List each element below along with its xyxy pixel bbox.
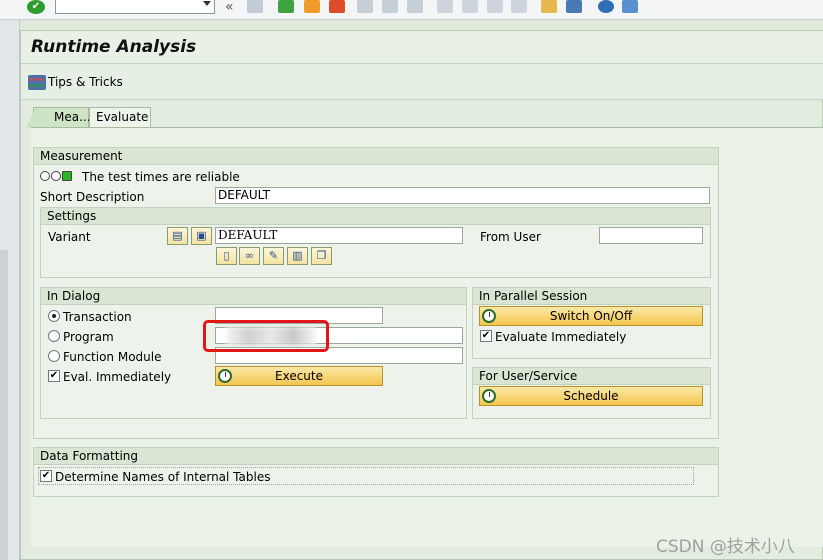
display-variant-icon[interactable]: ▤ xyxy=(167,227,188,245)
execute-label: Execute xyxy=(275,369,323,383)
eval-immediately-checkbox[interactable]: ✔ xyxy=(48,370,60,382)
settings-group-title: Settings xyxy=(41,208,710,225)
find-next-icon[interactable] xyxy=(407,0,423,13)
help-icon[interactable] xyxy=(598,0,614,13)
data-formatting-group-title: Data Formatting xyxy=(34,448,718,465)
measurement-group-title: Measurement xyxy=(34,148,718,165)
status-light-yellow-icon xyxy=(51,171,61,181)
short-description-input[interactable]: DEFAULT xyxy=(215,187,710,204)
determine-names-label: Determine Names of Internal Tables xyxy=(55,470,271,484)
tab-measurement[interactable]: Mea... xyxy=(26,107,91,128)
clock-icon xyxy=(218,369,232,383)
new-session-icon[interactable] xyxy=(541,0,557,13)
variant-label: Variant xyxy=(48,230,91,244)
status-light-green-icon xyxy=(62,171,72,181)
program-radio[interactable] xyxy=(48,330,60,342)
function-module-radio[interactable] xyxy=(48,350,60,362)
gutter-band xyxy=(0,250,8,560)
evaluate-immediately-label: Evaluate Immediately xyxy=(495,330,627,344)
status-indicator xyxy=(40,171,72,181)
tips-and-tricks-button[interactable]: Tips & Tricks xyxy=(28,73,123,91)
user-service-group-title: For User/Service xyxy=(473,368,710,385)
back-icon[interactable] xyxy=(278,0,294,13)
evaluate-immediately-checkbox[interactable]: ✔ xyxy=(480,330,492,342)
edit-pencil-icon[interactable]: ✎ xyxy=(263,247,284,265)
title-bar: Runtime Analysis xyxy=(21,31,823,64)
from-user-input[interactable] xyxy=(599,227,703,244)
exit-icon[interactable] xyxy=(304,0,320,13)
switch-on-off-button[interactable]: Switch On/Off xyxy=(479,306,703,326)
enter-icon[interactable]: ✔ xyxy=(27,0,45,14)
collapse-icon[interactable]: « xyxy=(225,0,241,15)
short-description-label: Short Description xyxy=(40,190,145,204)
create-variant-icon[interactable]: ▯ xyxy=(216,247,237,265)
select-variant-icon[interactable]: ▣ xyxy=(191,227,212,245)
application-toolbar: Tips & Tricks xyxy=(21,64,823,100)
determine-names-checkbox[interactable]: ✔ xyxy=(40,470,52,482)
execute-button[interactable]: Execute xyxy=(215,366,383,386)
tips-label: Tips & Tricks xyxy=(48,75,123,89)
previous-page-icon[interactable] xyxy=(462,0,478,13)
layout-menu-icon[interactable] xyxy=(622,0,638,13)
left-gutter xyxy=(0,20,20,560)
transaction-radio[interactable] xyxy=(48,310,60,322)
print-icon[interactable] xyxy=(357,0,373,13)
watermark: CSDN @技术小八 xyxy=(656,537,795,557)
tips-icon xyxy=(28,74,46,90)
copy-icon[interactable]: ❐ xyxy=(311,247,332,265)
transaction-label: Transaction xyxy=(63,310,132,324)
status-text: The test times are reliable xyxy=(82,170,240,184)
cancel-icon[interactable] xyxy=(329,0,345,13)
program-label: Program xyxy=(63,330,114,344)
save-icon[interactable] xyxy=(247,0,263,13)
last-page-icon[interactable] xyxy=(511,0,527,13)
first-page-icon[interactable] xyxy=(437,0,453,13)
status-light-red-icon xyxy=(40,171,50,181)
find-icon[interactable] xyxy=(382,0,398,13)
system-toolbar: ✔ « xyxy=(0,0,823,20)
command-field[interactable] xyxy=(55,0,215,14)
eval-immediately-label: Eval. Immediately xyxy=(63,370,172,384)
delete-trash-icon[interactable]: ▥ xyxy=(287,247,308,265)
in-dialog-group-title: In Dialog xyxy=(41,288,466,305)
page-title: Runtime Analysis xyxy=(31,37,197,57)
parallel-session-group-title: In Parallel Session xyxy=(473,288,710,305)
schedule-button[interactable]: Schedule xyxy=(479,386,703,406)
switch-on-off-label: Switch On/Off xyxy=(549,309,633,323)
shortcut-icon[interactable] xyxy=(566,0,582,13)
clock-icon xyxy=(482,389,496,403)
display-glasses-icon[interactable]: ∞ xyxy=(239,247,260,265)
next-page-icon[interactable] xyxy=(487,0,503,13)
chevron-down-icon[interactable] xyxy=(203,1,211,6)
tab-evaluate[interactable]: Evaluate xyxy=(89,107,151,127)
from-user-label: From User xyxy=(480,230,541,244)
highlight-box xyxy=(203,320,329,352)
clock-icon xyxy=(482,309,496,323)
variant-input[interactable]: DEFAULT xyxy=(215,227,463,244)
schedule-label: Schedule xyxy=(563,389,619,403)
function-module-label: Function Module xyxy=(63,350,162,364)
